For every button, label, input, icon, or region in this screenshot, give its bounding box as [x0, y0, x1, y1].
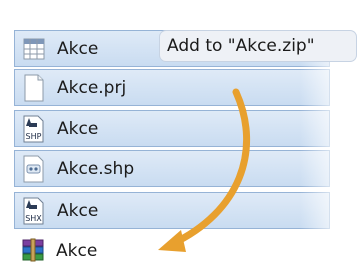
file-item-label: Akce.prj [57, 77, 127, 98]
file-item-akce-shp[interactable]: SHP Akce [14, 110, 330, 147]
winrar-archive-icon [18, 236, 48, 266]
file-item-akce-archive[interactable]: Akce [14, 232, 330, 269]
file-item-label: Akce [57, 118, 99, 139]
settings-document-icon [19, 154, 49, 184]
file-item-akce-shx[interactable]: SHX Akce [14, 192, 330, 229]
file-item-label: Akce [56, 240, 98, 261]
shp-file-icon: SHP [19, 114, 49, 144]
shx-file-icon: SHX [19, 196, 49, 226]
tooltip-text: Add to "Akce.zip" [167, 36, 315, 56]
shp-tag-text: SHP [26, 132, 42, 141]
blank-document-icon [19, 73, 49, 103]
file-item-label: Akce [57, 38, 99, 59]
shx-tag-text: SHX [25, 214, 42, 223]
file-item-label: Akce.shp [57, 158, 135, 179]
table-file-icon [19, 34, 49, 64]
file-item-akce-shp-file[interactable]: Akce.shp [14, 150, 330, 187]
drag-tooltip: Add to "Akce.zip" [160, 31, 356, 61]
file-item-label: Akce [57, 200, 99, 221]
file-item-akce-prj[interactable]: Akce.prj [14, 69, 330, 106]
